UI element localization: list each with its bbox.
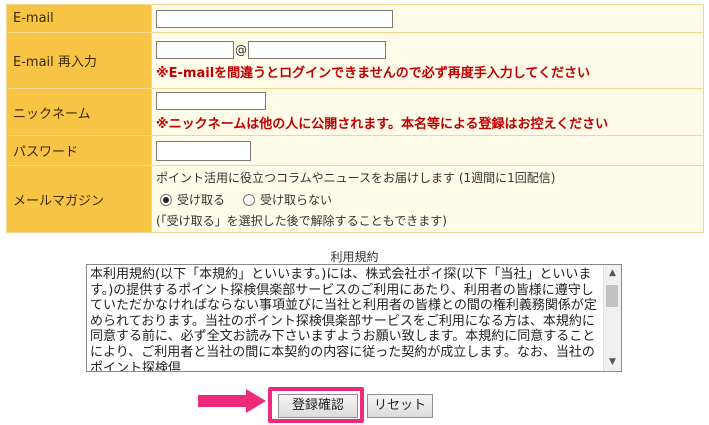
- password-cell: [151, 135, 704, 166]
- nickname-field[interactable]: [156, 92, 266, 110]
- newsletter-options: 受け取る 受け取らない: [160, 191, 699, 208]
- newsletter-subscribe-radio[interactable]: [160, 193, 172, 206]
- nickname-cell: ※ニックネームは他の人に公開されます。本名等による登録はお控えください: [151, 88, 704, 136]
- email-label: E-mail: [6, 4, 152, 33]
- email-confirm-domain-field[interactable]: [248, 40, 386, 59]
- registration-form: E-mail E-mail 再入力 @ ※E-mailを間違うとログインできませ…: [6, 4, 704, 233]
- terms-textarea[interactable]: 本利用規約(以下「本規約」といいます。)には、株式会社ポイ探(以下「当社」といい…: [86, 264, 622, 372]
- newsletter-description: ポイント活用に役立つコラムやニュースをお届けします (1週間に1回配信): [156, 171, 556, 185]
- at-sign: @: [235, 42, 247, 57]
- nickname-label: ニックネーム: [6, 88, 152, 136]
- reset-button[interactable]: リセット: [367, 394, 433, 418]
- confirm-registration-button[interactable]: 登録確認: [278, 394, 358, 418]
- terms-text: 本利用規約(以下「本規約」といいます。)には、株式会社ポイ探(以下「当社」といい…: [90, 267, 597, 372]
- newsletter-cell: ポイント活用に役立つコラムやニュースをお届けします (1週間に1回配信) 受け取…: [151, 165, 704, 233]
- email-warning: ※E-mailを間違うとログインできませんので必ず再度手入力してください: [156, 65, 590, 81]
- pointer-arrow-icon: [198, 389, 266, 413]
- email-confirm-label: E-mail 再入力: [6, 32, 152, 89]
- scroll-thumb[interactable]: [606, 285, 618, 307]
- password-field[interactable]: [156, 140, 251, 161]
- password-label: パスワード: [6, 135, 152, 166]
- scroll-up-icon[interactable]: ▲: [604, 265, 621, 282]
- terms-scrollbar[interactable]: ▲ ▼: [603, 265, 621, 371]
- nickname-warning: ※ニックネームは他の人に公開されます。本名等による登録はお控えください: [156, 117, 609, 132]
- email-confirm-cell: @ ※E-mailを間違うとログインできませんので必ず再度手入力してください: [151, 32, 704, 89]
- newsletter-label: メールマガジン: [6, 165, 152, 233]
- email-field[interactable]: [156, 9, 393, 28]
- scroll-down-icon[interactable]: ▼: [604, 354, 621, 371]
- email-confirm-local-field[interactable]: [156, 40, 234, 59]
- newsletter-unsubscribe-label[interactable]: 受け取らない: [260, 191, 332, 208]
- newsletter-unsubscribe-radio[interactable]: [243, 193, 256, 206]
- newsletter-subscribe-label[interactable]: 受け取る: [177, 191, 225, 208]
- terms-title: 利用規約: [330, 250, 379, 264]
- newsletter-note: (「受け取る」を選択した後で解除することもできます): [156, 214, 447, 228]
- email-cell: [151, 4, 704, 33]
